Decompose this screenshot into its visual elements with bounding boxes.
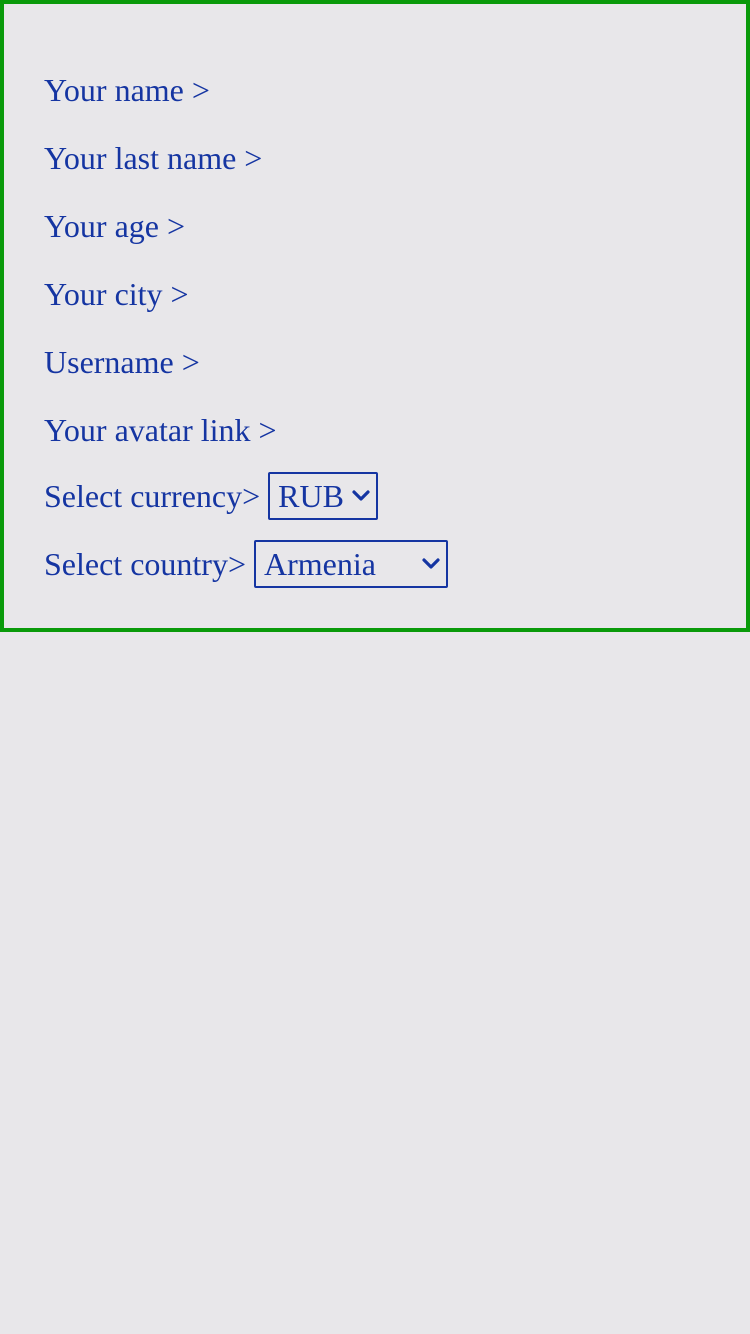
field-your-last-name[interactable]: Your last name > bbox=[44, 134, 262, 182]
currency-label: Select currency> bbox=[44, 478, 261, 514]
country-selected-value: Armenia bbox=[263, 546, 376, 582]
field-your-city[interactable]: Your city > bbox=[44, 270, 189, 318]
currency-select[interactable]: RUB bbox=[268, 472, 379, 520]
profile-form-panel: Your name > Your last name > Your age > … bbox=[0, 0, 750, 632]
field-username-label: Username > bbox=[44, 344, 200, 380]
currency-selected-value: RUB bbox=[278, 478, 344, 514]
chevron-down-icon bbox=[352, 487, 370, 505]
country-row: Select country> Armenia bbox=[44, 540, 448, 588]
field-your-name[interactable]: Your name > bbox=[44, 66, 210, 114]
field-your-last-name-label: Your last name > bbox=[44, 140, 263, 176]
chevron-down-icon bbox=[422, 555, 440, 573]
field-avatar-link-label: Your avatar link > bbox=[44, 412, 277, 448]
currency-row: Select currency> RUB bbox=[44, 472, 379, 520]
field-your-age-label: Your age > bbox=[44, 208, 186, 244]
field-avatar-link[interactable]: Your avatar link > bbox=[44, 406, 277, 454]
field-your-name-label: Your name > bbox=[44, 72, 210, 108]
field-username[interactable]: Username > bbox=[44, 338, 200, 386]
field-your-age[interactable]: Your age > bbox=[44, 202, 185, 250]
country-label: Select country> bbox=[44, 546, 246, 582]
country-select[interactable]: Armenia bbox=[253, 540, 448, 588]
field-your-city-label: Your city > bbox=[44, 276, 189, 312]
